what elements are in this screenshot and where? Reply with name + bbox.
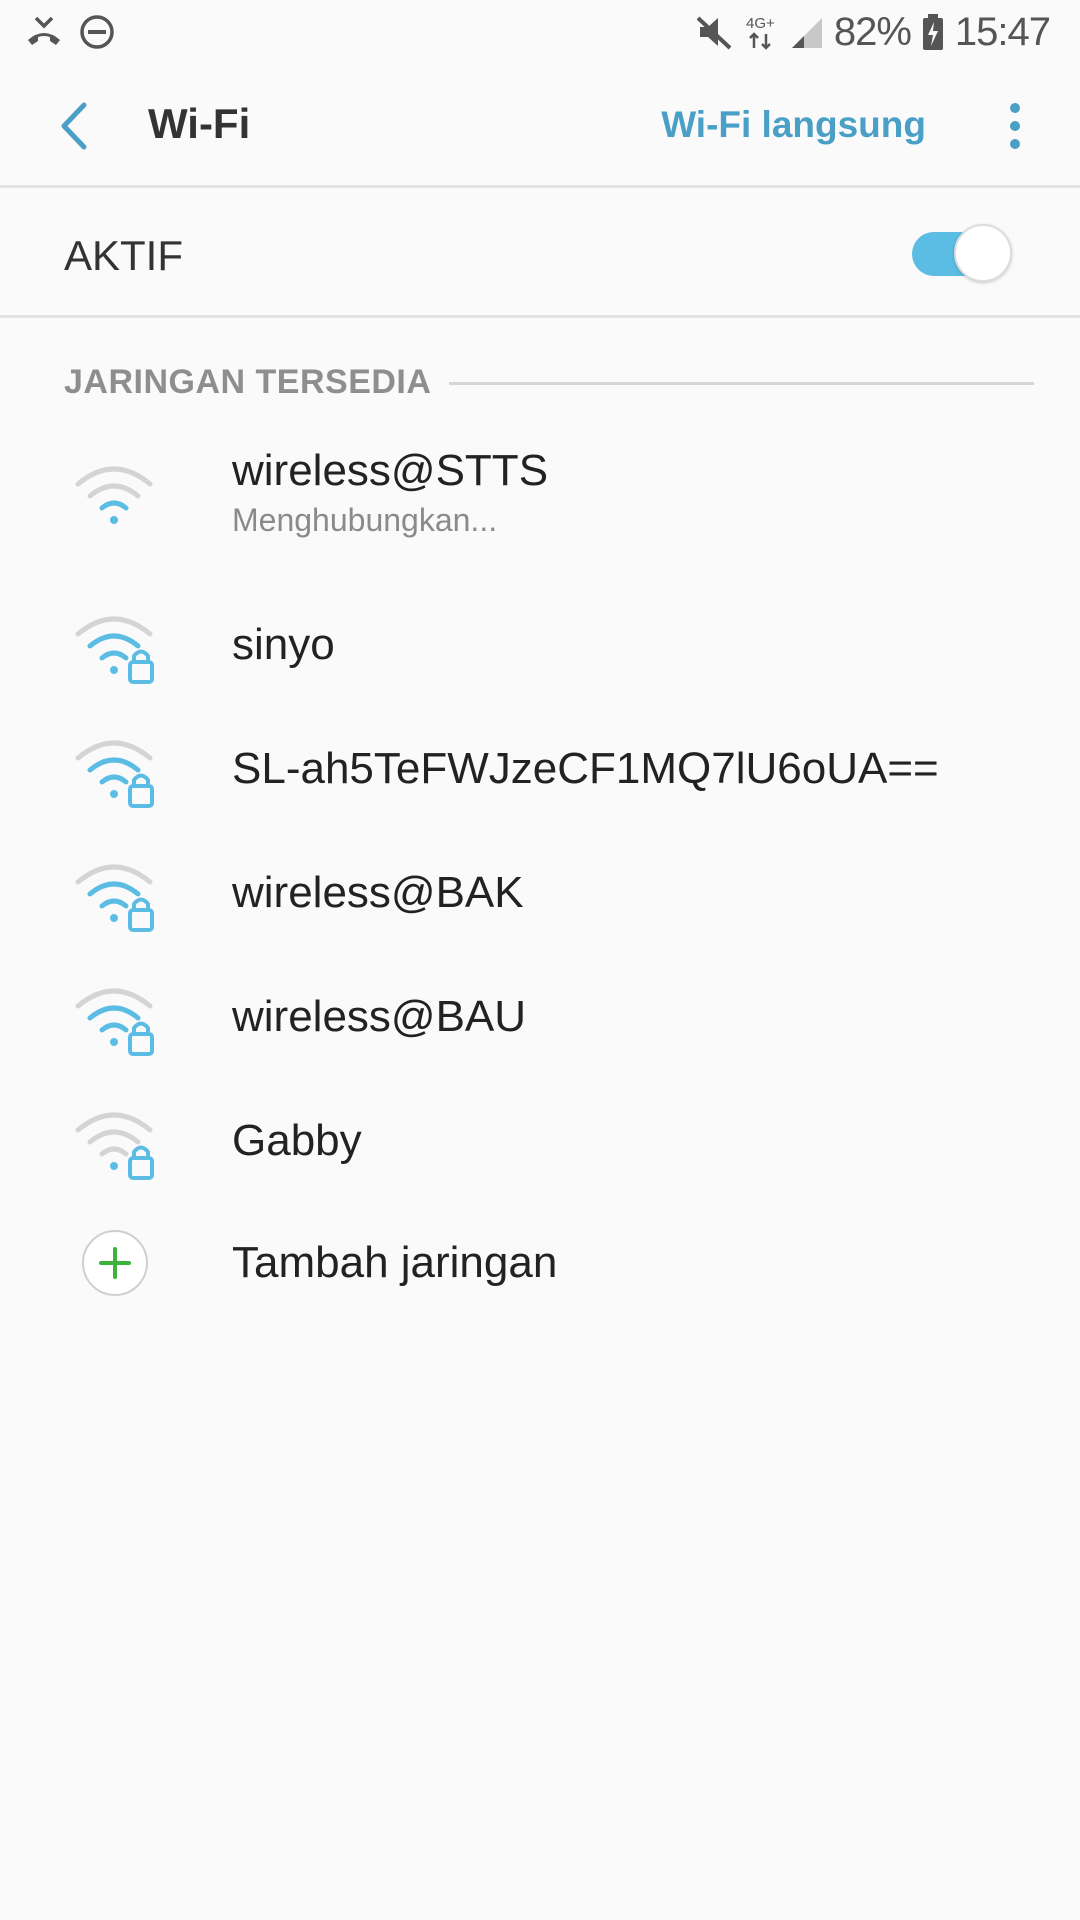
status-bar: 4G+ 82% 15:47 — [0, 0, 1080, 64]
wifi-secured-icon — [75, 988, 154, 1056]
network-item[interactable]: Gabby — [0, 1076, 1080, 1200]
available-networks-header: JARINGAN TERSEDIA — [64, 360, 1034, 404]
mute-icon — [694, 12, 734, 52]
more-options-button[interactable] — [990, 94, 1040, 158]
network-name: sinyo — [232, 620, 335, 669]
wifi-toggle-label: AKTIF — [64, 232, 184, 279]
wifi-secured-icon — [75, 864, 154, 932]
signal-icon — [790, 12, 824, 52]
clock: 15:47 — [954, 9, 1051, 54]
plus-icon — [99, 1247, 131, 1279]
status-bar-right: 4G+ 82% 15:47 — [694, 9, 1051, 55]
network-item[interactable]: sinyo — [0, 580, 1080, 704]
network-status: Menghubungkan... — [232, 502, 498, 538]
network-4g-icon: 4G+ — [744, 12, 780, 52]
network-name: SL-ah5TeFWJzeCF1MQ7lU6oUA== — [232, 744, 939, 793]
wifi-secured-icon — [75, 740, 154, 808]
page-title: Wi-Fi — [148, 100, 251, 147]
network-name: wireless@BAU — [232, 992, 527, 1041]
wifi-signal-weak-icon — [75, 466, 153, 524]
network-name: wireless@BAK — [232, 868, 524, 917]
svg-text:4G+: 4G+ — [746, 15, 775, 32]
network-list: wireless@STTS Menghubungkan... sinyo SL-… — [0, 432, 1080, 1324]
wifi-secured-icon — [75, 616, 154, 684]
add-network-item[interactable]: Tambah jaringan — [0, 1200, 1080, 1324]
back-arrow-icon — [61, 102, 87, 150]
status-bar-left — [24, 12, 116, 52]
network-name: wireless@STTS — [232, 446, 549, 495]
network-item[interactable]: wireless@BAK — [0, 828, 1080, 952]
app-bar: Wi-Fi Wi-Fi langsung — [0, 64, 1080, 188]
network-name: Gabby — [232, 1116, 362, 1165]
more-vert-icon — [1010, 103, 1020, 149]
battery-charging-icon — [921, 12, 945, 52]
back-button[interactable] — [44, 94, 104, 158]
wifi-direct-button[interactable]: Wi-Fi langsung — [661, 104, 926, 146]
network-item[interactable]: SL-ah5TeFWJzeCF1MQ7lU6oUA== — [0, 704, 1080, 828]
add-network-button[interactable] — [82, 1230, 148, 1296]
battery-percent: 82% — [833, 9, 912, 54]
wifi-switch[interactable] — [910, 224, 1012, 282]
wifi-switch-thumb — [954, 224, 1012, 282]
section-divider — [449, 381, 1034, 385]
wifi-toggle-row[interactable]: AKTIF — [0, 190, 1080, 318]
network-item[interactable]: wireless@STTS Menghubungkan... — [0, 432, 1080, 580]
add-network-label: Tambah jaringan — [232, 1238, 558, 1287]
missed-call-icon — [24, 12, 64, 52]
do-not-disturb-icon — [78, 13, 116, 51]
wifi-secured-weak-icon — [75, 1112, 154, 1180]
network-item[interactable]: wireless@BAU — [0, 952, 1080, 1076]
section-title: JARINGAN TERSEDIA — [64, 362, 432, 401]
